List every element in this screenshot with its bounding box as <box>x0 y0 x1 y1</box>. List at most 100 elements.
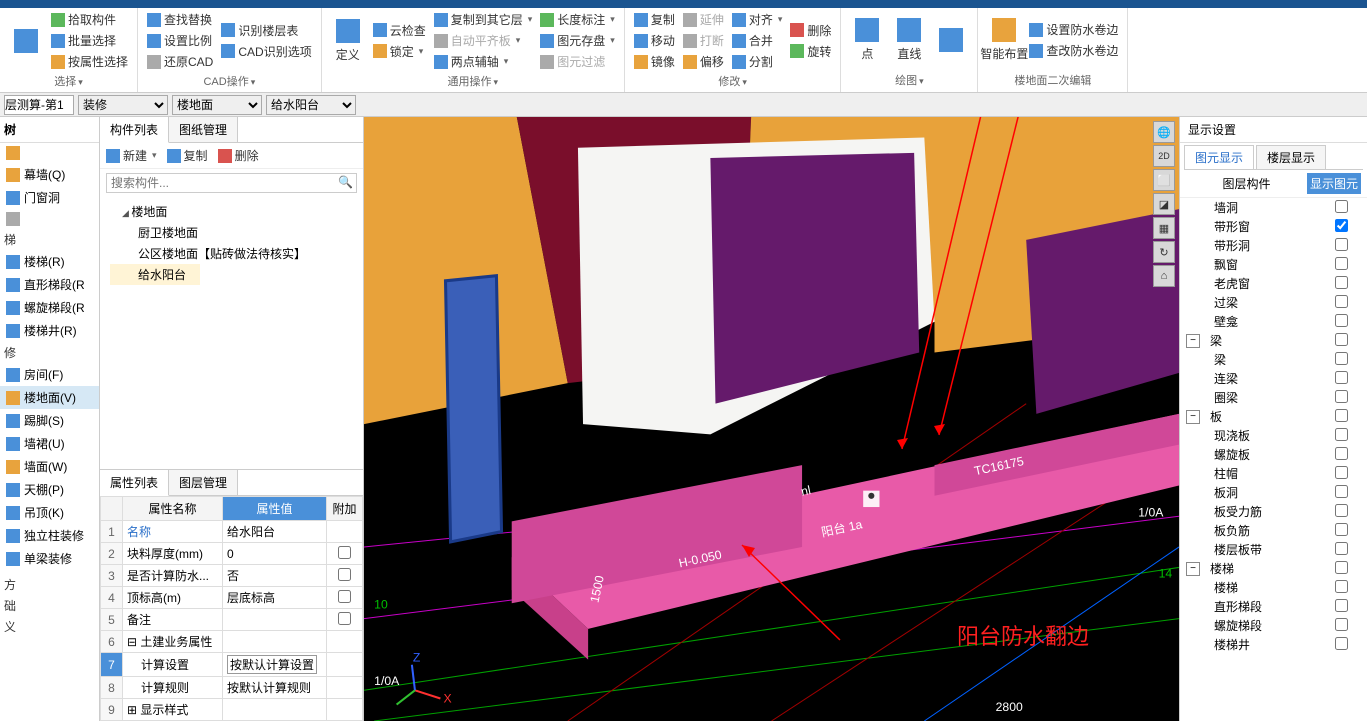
delete-btn[interactable]: 删除 <box>787 21 834 40</box>
nav-item[interactable]: 直形梯段(R <box>0 273 99 296</box>
merge-btn[interactable]: 合并 <box>729 31 786 50</box>
nav-item[interactable] <box>0 209 99 229</box>
cloud-check[interactable]: 云检查 <box>370 21 429 40</box>
nav-item[interactable]: 踢脚(S) <box>0 409 99 432</box>
category-select[interactable]: 装修 <box>78 95 168 115</box>
tab-drawing-mgmt[interactable]: 图纸管理 <box>169 117 238 142</box>
nav-item[interactable]: 单梁装修 <box>0 547 99 570</box>
visibility-cb[interactable] <box>1335 276 1348 289</box>
line-big[interactable]: 直线 <box>889 10 929 70</box>
group-general-label[interactable]: 通用操作 <box>328 71 618 91</box>
rp-row[interactable]: 板负筋 <box>1180 521 1367 540</box>
cad-options[interactable]: CAD识别选项 <box>218 42 314 61</box>
tab-props[interactable]: 属性列表 <box>100 470 169 496</box>
nav-item[interactable]: 独立柱装修 <box>0 524 99 547</box>
rp-row[interactable]: 板受力筋 <box>1180 502 1367 521</box>
view-waterproof[interactable]: 查改防水卷边 <box>1026 41 1121 60</box>
nav-item[interactable]: 幕墙(Q) <box>0 163 99 186</box>
tab-layers[interactable]: 图层管理 <box>169 470 238 495</box>
nav-item[interactable]: 天棚(P) <box>0 478 99 501</box>
length-dim[interactable]: 长度标注 <box>537 10 618 29</box>
nav-item[interactable]: 楼梯(R) <box>0 250 99 273</box>
nav-item[interactable]: 门窗洞 <box>0 186 99 209</box>
set-waterproof[interactable]: 设置防水卷边 <box>1026 20 1121 39</box>
collapse-toggle[interactable]: − <box>1186 410 1200 424</box>
visibility-cb[interactable] <box>1335 219 1348 232</box>
rect-big[interactable] <box>931 10 971 70</box>
visibility-cb[interactable] <box>1335 257 1348 270</box>
prop-row[interactable]: 7 计算设置 按默认计算设置 <box>101 653 363 677</box>
prop-addon-cb[interactable] <box>338 590 351 603</box>
rp-row[interactable]: −板 <box>1180 407 1367 426</box>
mirror-btn[interactable]: 镜像 <box>631 52 678 71</box>
copy-other[interactable]: 复制到其它层 <box>431 10 536 29</box>
3d-viewport[interactable]: X Z H-0.050 阳台 1a nl TC16175 1500 1/0A 1… <box>364 117 1179 721</box>
rp-row[interactable]: 飘窗 <box>1180 255 1367 274</box>
visibility-cb[interactable] <box>1335 295 1348 308</box>
restore-cad[interactable]: 还原CAD <box>144 52 216 71</box>
rp-row[interactable]: −梁 <box>1180 331 1367 350</box>
vp-globe[interactable]: 🌐 <box>1153 121 1175 143</box>
batch-select[interactable]: 批量选择 <box>48 31 131 50</box>
collapse-toggle[interactable]: − <box>1186 334 1200 348</box>
visibility-cb[interactable] <box>1335 314 1348 327</box>
nav-item[interactable]: 楼地面(V) <box>0 386 99 409</box>
vp-cube[interactable]: ⬜ <box>1153 169 1175 191</box>
rp-row[interactable]: 楼层板带 <box>1180 540 1367 559</box>
rp-tab-floor[interactable]: 楼层显示 <box>1256 145 1326 169</box>
visibility-cb[interactable] <box>1335 238 1348 251</box>
visibility-cb[interactable] <box>1335 523 1348 536</box>
visibility-cb[interactable] <box>1335 618 1348 631</box>
find-replace[interactable]: 查找替换 <box>144 10 216 29</box>
visibility-cb[interactable] <box>1335 599 1348 612</box>
nav-item[interactable]: 墙裙(U) <box>0 432 99 455</box>
type-select[interactable]: 楼地面 <box>172 95 262 115</box>
prop-row[interactable]: 6 ⊟ 土建业务属性 <box>101 631 363 653</box>
rp-row[interactable]: −楼梯 <box>1180 559 1367 578</box>
prop-row[interactable]: 9 ⊞ 显示样式 <box>101 699 363 721</box>
visibility-cb[interactable] <box>1335 333 1348 346</box>
tab-component-list[interactable]: 构件列表 <box>100 117 169 143</box>
align-btn[interactable]: 对齐 <box>729 10 786 29</box>
rp-row[interactable]: 螺旋梯段 <box>1180 616 1367 635</box>
group-draw-label[interactable]: 绘图 <box>847 70 971 90</box>
visibility-cb[interactable] <box>1335 200 1348 213</box>
copy-btn[interactable]: 复制 <box>631 10 678 29</box>
visibility-cb[interactable] <box>1335 371 1348 384</box>
nav-item[interactable]: 螺旋梯段(R <box>0 296 99 319</box>
rp-row[interactable]: 楼梯 <box>1180 578 1367 597</box>
group-cad-label[interactable]: CAD操作 <box>144 71 315 91</box>
move-btn[interactable]: 移动 <box>631 31 678 50</box>
nav-item[interactable]: 楼梯井(R) <box>0 319 99 342</box>
prop-row[interactable]: 3 是否计算防水... 否 <box>101 565 363 587</box>
pick-component[interactable]: 拾取构件 <box>48 10 131 29</box>
visibility-cb[interactable] <box>1335 561 1348 574</box>
visibility-cb[interactable] <box>1335 390 1348 403</box>
component-select[interactable]: 给水阳台 <box>266 95 356 115</box>
vp-iso[interactable]: ◪ <box>1153 193 1175 215</box>
visibility-cb[interactable] <box>1335 466 1348 479</box>
rp-row[interactable]: 楼梯井 <box>1180 635 1367 654</box>
attr-select[interactable]: 按属性选择 <box>48 52 131 71</box>
nav-item[interactable]: 墙面(W) <box>0 455 99 478</box>
search-icon[interactable]: 🔍 <box>338 175 353 189</box>
visibility-cb[interactable] <box>1335 447 1348 460</box>
rp-row[interactable]: 螺旋板 <box>1180 445 1367 464</box>
vp-2d[interactable]: 2D <box>1153 145 1175 167</box>
nav-item[interactable] <box>0 143 99 163</box>
visibility-cb[interactable] <box>1335 428 1348 441</box>
group-select-label[interactable]: 选择 <box>6 71 131 91</box>
two-point[interactable]: 两点辅轴 <box>431 52 536 71</box>
collapse-toggle[interactable]: − <box>1186 562 1200 576</box>
rp-row[interactable]: 老虎窗 <box>1180 274 1367 293</box>
select-big[interactable] <box>6 28 46 54</box>
define-big[interactable]: 定义 <box>328 10 368 71</box>
set-scale[interactable]: 设置比例 <box>144 31 216 50</box>
tree-item[interactable]: 给水阳台 <box>110 264 200 285</box>
prop-addon-cb[interactable] <box>338 568 351 581</box>
visibility-cb[interactable] <box>1335 352 1348 365</box>
group-modify-label[interactable]: 修改 <box>631 71 835 91</box>
vp-rotate[interactable]: ↻ <box>1153 241 1175 263</box>
nav-item[interactable]: 吊顶(K) <box>0 501 99 524</box>
vp-wireframe[interactable]: ▦ <box>1153 217 1175 239</box>
